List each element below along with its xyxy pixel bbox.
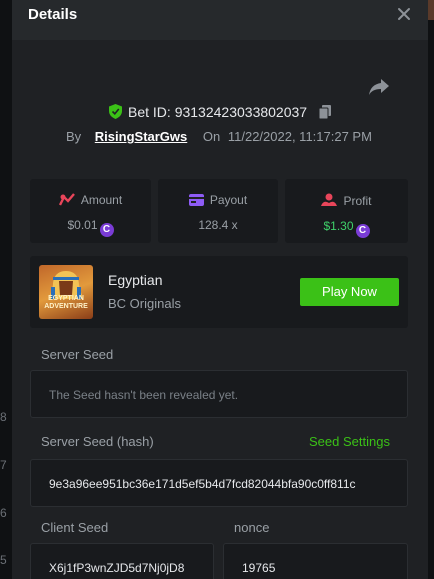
play-now-button[interactable]: Play Now bbox=[300, 278, 399, 306]
profit-icon bbox=[321, 193, 338, 206]
seed-settings-link[interactable]: Seed Settings bbox=[309, 434, 390, 449]
bet-id-label: Bet ID: bbox=[128, 104, 171, 120]
coin-icon: C bbox=[99, 223, 114, 237]
amount-icon bbox=[58, 193, 75, 206]
bet-details-modal: Details Bet ID: 93132423033802037 By Ris… bbox=[12, 0, 428, 579]
modal-header: Details bbox=[12, 0, 428, 40]
backdrop-number: 8 bbox=[0, 410, 7, 424]
client-seed-label: Client Seed bbox=[41, 520, 109, 535]
copy-icon[interactable] bbox=[318, 105, 331, 119]
game-provider: BC Originals bbox=[108, 296, 181, 311]
by-label: By bbox=[66, 129, 82, 144]
modal-title: Details bbox=[28, 6, 78, 23]
profit-label: Profit bbox=[343, 194, 372, 208]
payout-label: Payout bbox=[209, 193, 248, 207]
server-seed-hash-field[interactable]: 9e3a96ee951bc36e171d5ef5b4d7fcd82044bfa9… bbox=[30, 459, 408, 507]
amount-label: Amount bbox=[80, 193, 123, 207]
backdrop-number: 7 bbox=[0, 458, 7, 472]
page: 8 7 6 5 Details Bet ID: 9313242303380203… bbox=[0, 0, 434, 579]
nonce-field[interactable]: 19765 bbox=[223, 543, 408, 579]
on-label: On bbox=[202, 129, 221, 144]
bet-date: 11/22/2022, 11:17:27 PM bbox=[227, 129, 372, 144]
user-link[interactable]: RisingStarGws bbox=[95, 129, 187, 144]
profit-value: $1.30 bbox=[323, 219, 354, 233]
bet-id-value: 93132423033802037 bbox=[174, 104, 308, 120]
profit-stat: Profit $1.30 C bbox=[285, 179, 408, 243]
game-thumbnail-text: EGYPTIAN ADVENTURE bbox=[44, 295, 88, 310]
shield-check-icon bbox=[109, 104, 123, 119]
backdrop-number: 6 bbox=[0, 506, 7, 520]
amount-stat: Amount $0.01 C bbox=[30, 179, 151, 243]
payout-stat: Payout 128.4 x bbox=[158, 179, 278, 243]
game-card: EGYPTIAN ADVENTURE Egyptian BC Originals… bbox=[30, 256, 408, 328]
close-icon bbox=[398, 8, 410, 20]
server-seed-field: The Seed hasn't been revealed yet. bbox=[30, 370, 408, 418]
bet-owner-row: By RisingStarGws On 11/22/2022, 11:17:27… bbox=[66, 129, 372, 144]
game-name: Egyptian bbox=[108, 272, 163, 288]
backdrop-thumbnail bbox=[428, 0, 434, 20]
payout-icon bbox=[188, 194, 204, 206]
client-seed-field[interactable]: X6j1fP3wnZJD5d7Nj0jD8 bbox=[30, 543, 214, 579]
nonce-label: nonce bbox=[234, 520, 270, 535]
amount-value: $0.01 bbox=[67, 218, 98, 232]
backdrop-right bbox=[428, 0, 434, 579]
backdrop-left bbox=[0, 0, 12, 579]
coin-icon: C bbox=[355, 224, 370, 238]
share-button[interactable] bbox=[368, 77, 390, 97]
server-seed-hash-label: Server Seed (hash) bbox=[41, 434, 154, 449]
bet-id-row: Bet ID: 93132423033802037 bbox=[12, 104, 428, 120]
game-thumbnail[interactable]: EGYPTIAN ADVENTURE bbox=[39, 265, 93, 319]
server-seed-label: Server Seed bbox=[41, 347, 114, 362]
payout-value: 128.4 x bbox=[198, 218, 238, 232]
close-button[interactable] bbox=[394, 4, 414, 24]
backdrop-number: 5 bbox=[0, 553, 7, 567]
share-icon bbox=[369, 79, 389, 95]
